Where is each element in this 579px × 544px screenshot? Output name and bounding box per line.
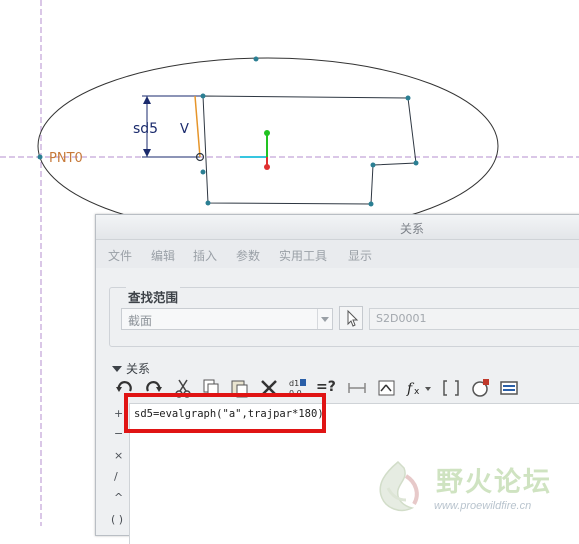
select-pointer-button[interactable] [339,306,363,330]
verify-icon[interactable] [470,377,492,399]
axis-x-end [264,164,270,170]
chevron-down-icon[interactable] [317,309,332,329]
dimension-arrow-bottom [143,149,151,157]
highlight-box [124,393,326,433]
sort-icon[interactable] [376,377,398,399]
menu-show[interactable]: 显示 [348,247,372,264]
cursor-icon [347,309,359,327]
plus-key[interactable]: + [114,407,123,420]
brackets-icon[interactable] [440,377,462,399]
watermark-text: 野火论坛 [436,467,552,498]
menu-parameters[interactable]: 参数 [236,247,260,264]
orange-edge [194,95,201,158]
scope-name-field[interactable]: S2D0001 [369,308,579,330]
dimension-sd5-label[interactable]: sd5 [133,121,158,137]
watermark: 野火论坛 www.proewildfire.cn [368,456,578,524]
menu-edit[interactable]: 编辑 [151,247,175,264]
axis-y-end [264,130,270,136]
power-key[interactable]: ^ [114,491,123,504]
parentheses-key[interactable]: ( ) [111,513,123,526]
sketch-points[interactable] [37,56,419,207]
svg-text:d1: d1 [289,379,299,388]
find-scope-title: 查找范围 [126,287,181,306]
dimension-arrow-top [143,96,151,104]
svg-text:x: x [414,387,420,397]
profile-section[interactable] [202,95,417,205]
menu-insert[interactable]: 插入 [193,247,217,264]
function-icon[interactable]: fx [404,377,434,399]
menu-file[interactable]: 文件 [108,247,132,264]
dialog-title: 关系 [400,222,425,236]
scope-type-value: 截面 [128,314,153,328]
relations-section-label: 关系 [126,362,151,376]
menu-utilities[interactable]: 实用工具 [279,247,327,264]
collapse-triangle-icon [112,366,122,372]
watermark-url: www.proewildfire.cn [434,500,532,512]
dialog-titlebar[interactable]: 关系 [96,215,579,240]
show-icon[interactable] [498,377,520,399]
divide-key[interactable]: / [114,470,118,483]
flame-logo-icon [379,460,419,512]
point-label[interactable]: PNT0 [49,151,83,166]
v-label: V [180,122,189,137]
local-parameters-icon[interactable] [346,377,368,399]
multiply-key[interactable]: × [114,449,123,462]
scope-name-value: S2D0001 [376,312,427,325]
menu-bar: 文件 编辑 插入 参数 实用工具 显示 [96,240,579,268]
scope-type-select[interactable]: 截面 [121,308,333,330]
minus-key[interactable]: − [114,427,123,440]
